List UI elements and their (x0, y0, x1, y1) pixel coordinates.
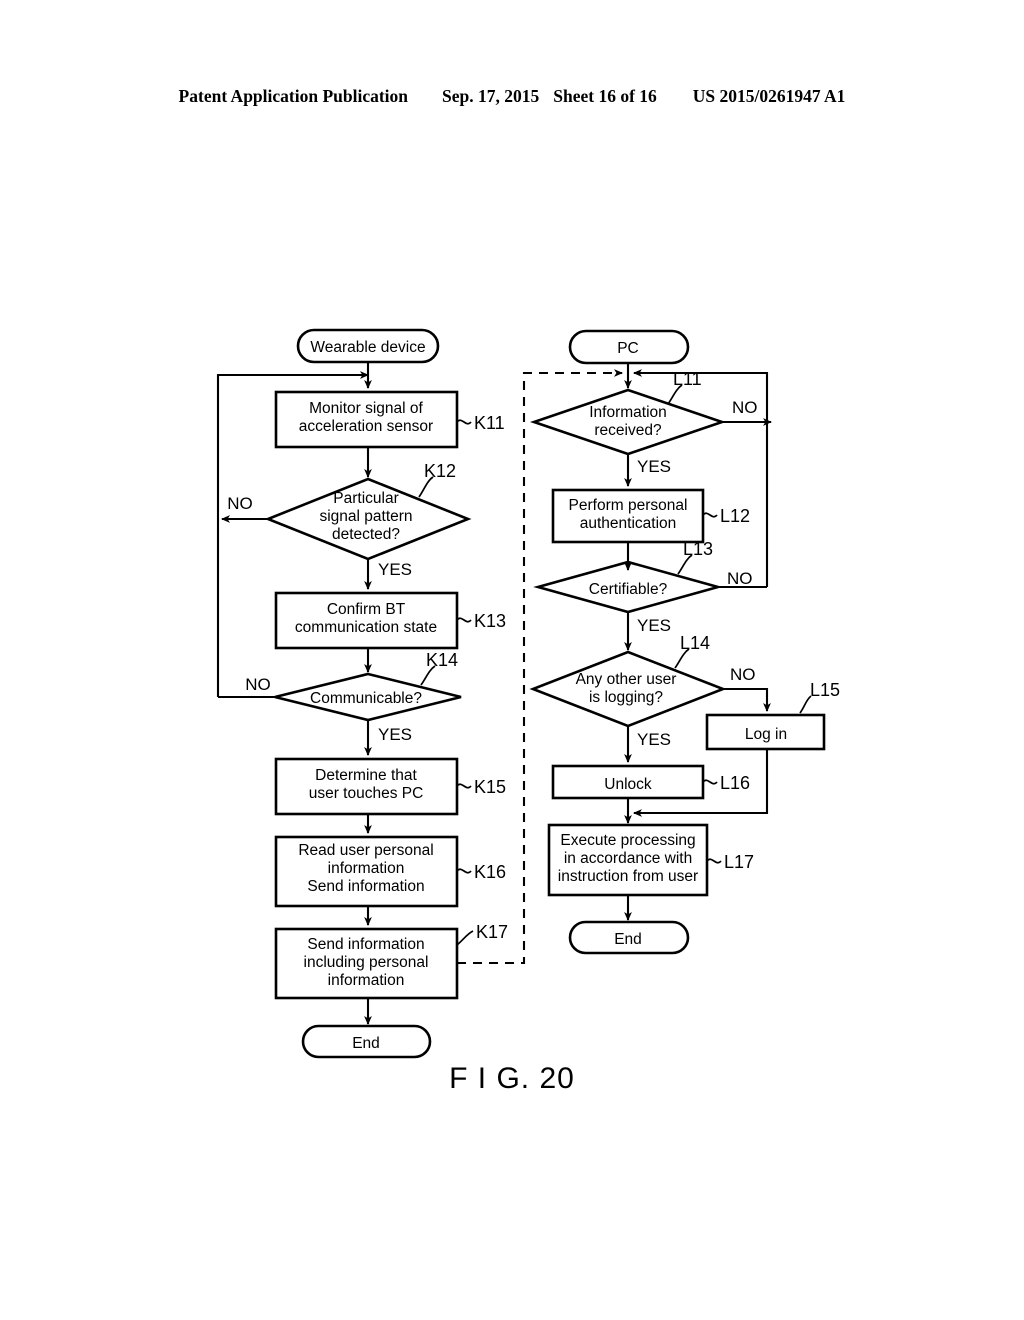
node-k16-line3: Send information (307, 878, 424, 895)
label-l11-no: NO (732, 398, 758, 417)
ref-k12: K12 (424, 461, 456, 481)
ref-l17: L17 (724, 852, 754, 872)
node-l14-line2: is logging? (589, 689, 663, 706)
node-k13-line1: Confirm BT (327, 601, 406, 618)
patent-page: Patent Application Publication Sep. 17, 2… (0, 0, 1024, 1320)
ref-l15: L15 (810, 680, 840, 700)
node-k17-line2: including personal (304, 954, 429, 971)
leader-k16 (456, 868, 472, 874)
node-l11-line1: Information (589, 404, 667, 421)
node-l12-line2: authentication (580, 515, 677, 532)
ref-k17: K17 (476, 922, 508, 942)
ref-l16: L16 (720, 773, 750, 793)
node-k11-line2: acceleration sensor (299, 418, 433, 435)
node-l12-line1: Perform personal (569, 497, 688, 514)
node-k12-line2: signal pattern (319, 508, 412, 525)
leader-l12 (702, 512, 718, 518)
figure-caption: F I G. 20 (449, 1062, 575, 1095)
node-k15-line1: Determine that (315, 767, 417, 784)
label-k14-yes: YES (378, 725, 412, 744)
ref-l13: L13 (683, 539, 713, 559)
node-k16-line1: Read user personal (298, 842, 433, 859)
node-k17-line3: information (328, 972, 405, 989)
flowchart-diagram: Wearable device End Monitor signal of ac… (216, 328, 840, 1059)
label-k12-yes: YES (378, 560, 412, 579)
ref-l12: L12 (720, 506, 750, 526)
ref-l11: L11 (673, 369, 702, 389)
node-k11-line1: Monitor signal of (309, 400, 423, 417)
leader-k13 (456, 617, 472, 623)
ref-k16: K16 (474, 862, 506, 882)
node-l16-line1: Unlock (604, 776, 652, 793)
node-k16-line2: information (328, 860, 405, 877)
right-end-label: End (614, 931, 642, 948)
node-l17-line2: in accordance with (564, 850, 692, 867)
edge-l14-no (723, 687, 771, 712)
label-l14-yes: YES (637, 730, 671, 749)
node-l11-line2: received? (594, 422, 662, 439)
ref-k14: K14 (426, 650, 458, 670)
label-l13-no: NO (727, 569, 753, 588)
ref-k15: K15 (474, 777, 506, 797)
right-start-label: PC (617, 340, 639, 357)
node-k12-line1: Particular (333, 490, 398, 507)
label-k14-no: NO (245, 675, 271, 694)
label-l11-yes: YES (637, 457, 671, 476)
leader-k11 (456, 419, 472, 425)
leader-l16 (702, 779, 718, 785)
node-l14-line1: Any other user (576, 671, 677, 688)
node-k14-line1: Communicable? (310, 690, 422, 707)
leader-l17 (706, 858, 722, 864)
node-k13-line2: communication state (295, 619, 437, 636)
left-end-label: End (352, 1035, 380, 1052)
label-k12-no: NO (227, 494, 253, 513)
ref-k13: K13 (474, 611, 506, 631)
node-l15-line1: Log in (745, 726, 787, 743)
leader-k15 (456, 783, 472, 789)
node-l17-line1: Execute processing (560, 832, 695, 849)
node-k15-line2: user touches PC (309, 785, 424, 802)
node-k17-line1: Send information (307, 936, 424, 953)
node-k12-line3: detected? (332, 526, 400, 543)
node-l13-line1: Certifiable? (589, 581, 668, 598)
label-l13-yes: YES (637, 616, 671, 635)
ref-l14: L14 (680, 633, 710, 653)
label-l14-no: NO (730, 665, 756, 684)
node-l17-line3: instruction from user (558, 868, 698, 885)
leader-k17 (456, 930, 474, 946)
ref-k11: K11 (474, 413, 505, 433)
left-start-label: Wearable device (310, 339, 425, 356)
